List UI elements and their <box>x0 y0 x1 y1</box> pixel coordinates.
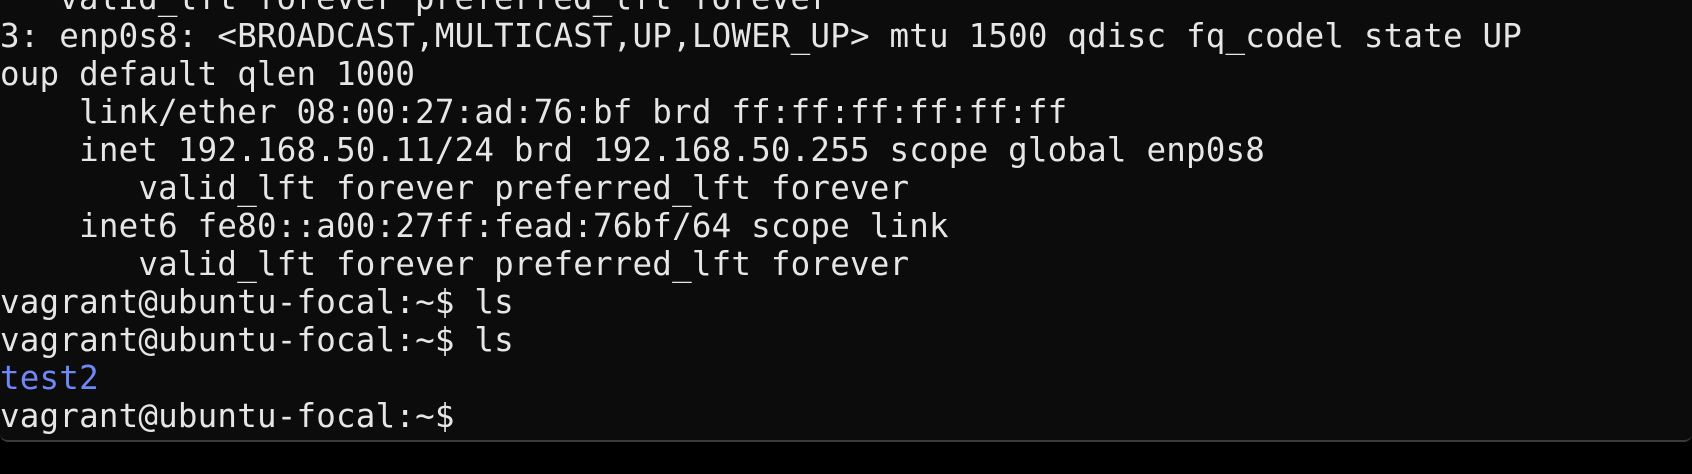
inet-line: inet 192.168.50.11/24 brd 192.168.50.255… <box>0 131 1266 169</box>
command-line: vagrant@ubuntu-focal:~$ ls <box>0 283 514 321</box>
directory-listing-item: test2 <box>0 359 99 397</box>
valid-lft-line: valid_lft forever preferred_lft forever <box>0 169 910 207</box>
link-ether-line: link/ether 08:00:27:ad:76:bf brd ff:ff:f… <box>0 93 1068 131</box>
interface-header-line: 3: enp0s8: <BROADCAST,MULTICAST,UP,LOWER… <box>0 17 1523 55</box>
command-line: vagrant@ubuntu-focal:~$ ls <box>0 321 514 359</box>
terminal-output: valid_lft forever preferred_lft forever … <box>0 0 1692 435</box>
interface-header-continuation: oup default qlen 1000 <box>0 55 416 93</box>
valid-lft-line: valid_lft forever preferred_lft forever <box>0 245 910 283</box>
inet6-line: inet6 fe80::a00:27ff:fead:76bf/64 scope … <box>0 207 949 245</box>
output-line: valid_lft forever preferred_lft forever <box>0 0 1692 17</box>
terminal-window[interactable]: valid_lft forever preferred_lft forever … <box>0 0 1692 442</box>
window-backdrop <box>0 442 1692 474</box>
shell-prompt[interactable]: vagrant@ubuntu-focal:~$ <box>0 397 1692 435</box>
